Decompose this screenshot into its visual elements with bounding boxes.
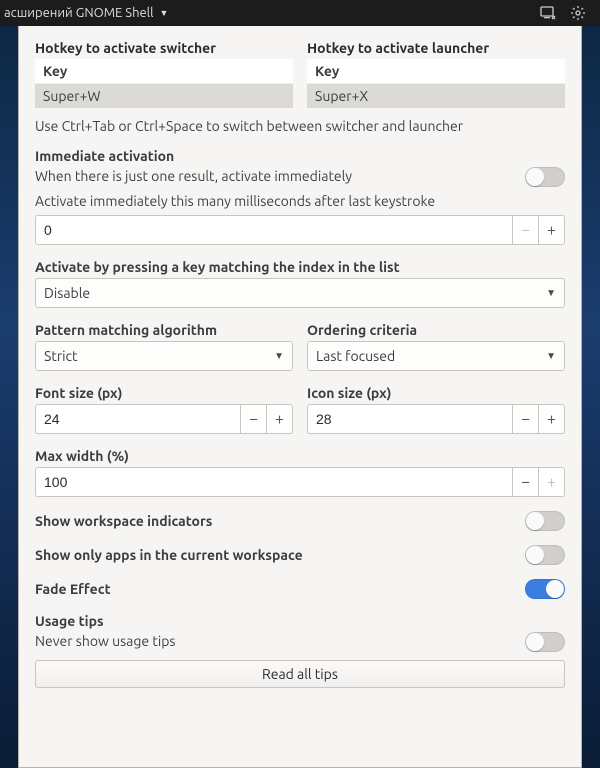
topbar-app-menu[interactable]: асширений GNOME Shell ▼ — [0, 6, 168, 20]
settings-panel: Hotkey to activate switcher Key Super+W … — [18, 26, 582, 768]
hotkey-hint: Use Ctrl+Tab or Ctrl+Space to switch bet… — [35, 118, 565, 134]
fade-effect-switch[interactable] — [525, 579, 565, 599]
switch-knob — [526, 168, 544, 186]
hotkey-launcher-title: Hotkey to activate launcher — [307, 40, 565, 56]
only-current-ws-label: Show only apps in the current workspace — [35, 547, 525, 563]
immediate-delay-label: Activate immediately this many milliseco… — [35, 193, 565, 209]
workspace-indicators-switch[interactable] — [525, 511, 565, 531]
immediate-one-result-switch[interactable] — [525, 167, 565, 187]
immediate-delay-spin: − + — [35, 215, 565, 245]
spin-plus-button[interactable]: + — [538, 405, 564, 433]
switch-knob — [526, 512, 544, 530]
index-match-value: Disable — [44, 285, 90, 301]
hotkey-switcher-title: Hotkey to activate switcher — [35, 40, 293, 56]
hotkey-col-header: Key — [307, 59, 565, 84]
hotkey-switcher-value[interactable]: Super+W — [35, 84, 293, 109]
fade-effect-label: Fade Effect — [35, 581, 525, 597]
max-width-input[interactable] — [36, 468, 512, 496]
index-match-title: Activate by pressing a key matching the … — [35, 259, 565, 275]
topbar-title: асширений GNOME Shell — [4, 6, 154, 20]
never-tips-switch[interactable] — [525, 632, 565, 652]
chevron-down-icon: ▼ — [546, 350, 556, 362]
gnome-top-bar: асширений GNOME Shell ▼ — [0, 0, 600, 26]
switch-knob — [526, 633, 544, 651]
max-width-spin: − + — [35, 467, 565, 497]
switch-knob — [546, 580, 564, 598]
icon-size-spin: − + — [307, 404, 565, 434]
font-size-title: Font size (px) — [35, 385, 293, 401]
icon-size-input[interactable] — [308, 405, 512, 433]
chevron-down-icon: ▼ — [274, 350, 284, 362]
spin-plus-button[interactable]: + — [538, 468, 564, 496]
chevron-down-icon: ▼ — [160, 8, 169, 18]
display-icon[interactable] — [540, 6, 556, 20]
ordering-combo[interactable]: Last focused ▼ — [307, 341, 565, 371]
spin-minus-button[interactable]: − — [512, 405, 538, 433]
pattern-title: Pattern matching algorithm — [35, 322, 293, 338]
hotkey-switcher-table[interactable]: Key Super+W — [35, 59, 293, 108]
index-match-combo[interactable]: Disable ▼ — [35, 278, 565, 308]
usage-tips-title: Usage tips — [35, 613, 565, 629]
spin-plus-button[interactable]: + — [538, 216, 564, 244]
hotkey-launcher-value[interactable]: Super+X — [307, 84, 565, 109]
read-all-tips-button[interactable]: Read all tips — [35, 660, 565, 688]
pattern-combo[interactable]: Strict ▼ — [35, 341, 293, 371]
desktop-bg-right — [582, 26, 600, 768]
spin-minus-button[interactable]: − — [512, 216, 538, 244]
max-width-title: Max width (%) — [35, 448, 565, 464]
font-size-input[interactable] — [36, 405, 240, 433]
icon-size-title: Icon size (px) — [307, 385, 565, 401]
ordering-value: Last focused — [316, 348, 395, 364]
hotkey-col-header: Key — [35, 59, 293, 84]
spin-plus-button[interactable]: + — [266, 405, 292, 433]
gear-icon[interactable] — [570, 5, 586, 21]
font-size-spin: − + — [35, 404, 293, 434]
spin-minus-button[interactable]: − — [512, 468, 538, 496]
workspace-indicators-label: Show workspace indicators — [35, 513, 525, 529]
immediate-title: Immediate activation — [35, 148, 565, 164]
chevron-down-icon: ▼ — [546, 287, 556, 299]
switch-knob — [526, 546, 544, 564]
only-current-ws-switch[interactable] — [525, 545, 565, 565]
hotkey-launcher-table[interactable]: Key Super+X — [307, 59, 565, 108]
immediate-delay-input[interactable] — [36, 216, 512, 244]
spin-minus-button[interactable]: − — [240, 405, 266, 433]
ordering-title: Ordering criteria — [307, 322, 565, 338]
pattern-value: Strict — [44, 348, 78, 364]
desktop-bg-left — [0, 26, 18, 768]
never-tips-label: Never show usage tips — [35, 633, 525, 649]
immediate-one-result-label: When there is just one result, activate … — [35, 168, 525, 184]
